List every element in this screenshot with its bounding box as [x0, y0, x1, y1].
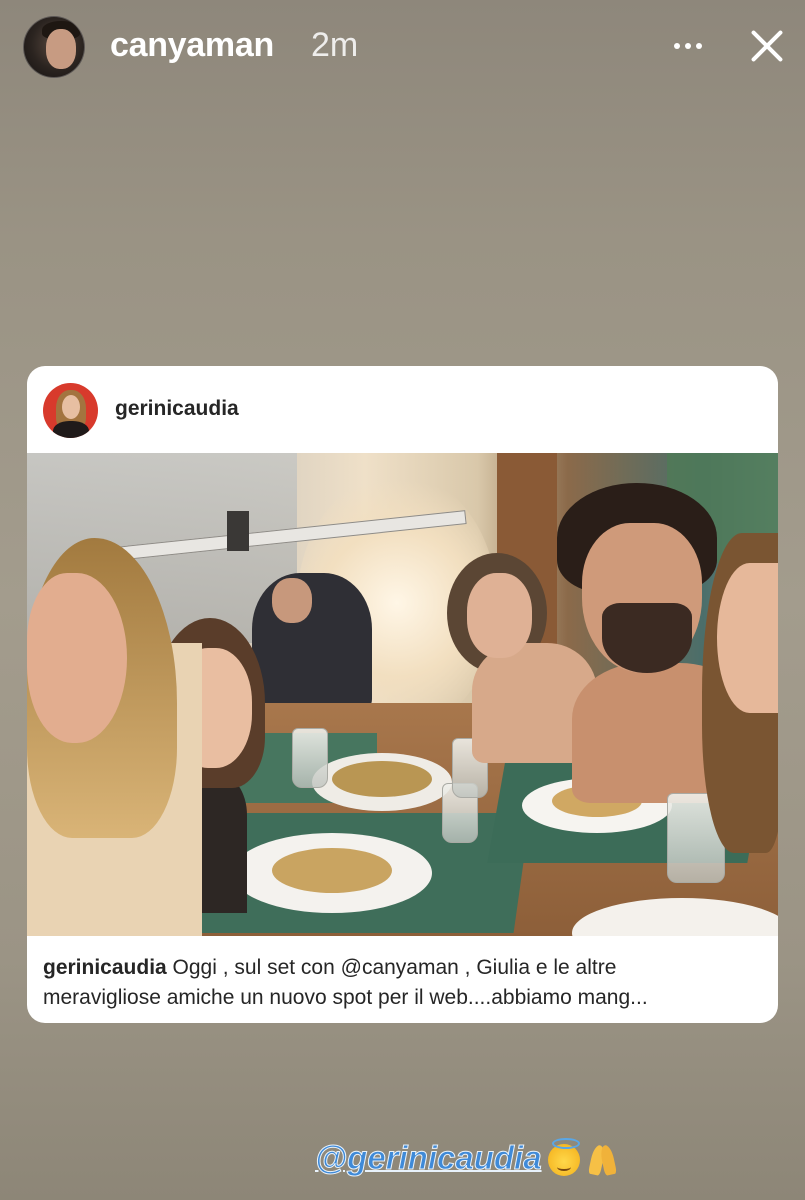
caption-text-1: Oggi , sul set con @canyaman , Giulia e … [166, 956, 617, 979]
caption-username[interactable]: gerinicaudia [43, 956, 167, 979]
dot [685, 43, 691, 49]
photo-person-face [467, 573, 532, 658]
reshared-post-card[interactable]: gerinicaudia gerinicaudia Oggi , sul set… [27, 366, 778, 1023]
caption-line-1: gerinicaudia Oggi , sul set con @canyama… [43, 953, 763, 983]
post-photo[interactable] [27, 453, 778, 936]
post-avatar[interactable] [43, 383, 98, 438]
story-header: canyaman 2m [0, 0, 805, 95]
mention-link[interactable]: @gerinicaudia [315, 1139, 543, 1177]
caption-line-2: meravigliose amiche un nuovo spot per il… [43, 986, 648, 1009]
avatar-face [62, 395, 80, 419]
post-caption[interactable]: gerinicaudia Oggi , sul set con @canyama… [43, 953, 763, 1013]
photo-boom-head [227, 511, 249, 551]
photo-pasta [332, 761, 432, 797]
story-avatar[interactable] [23, 16, 85, 78]
dot [674, 43, 680, 49]
story-timestamp: 2m [311, 26, 359, 64]
photo-glass [292, 728, 328, 788]
mention-sticker[interactable]: @gerinicaudia [315, 1138, 620, 1178]
photo-person-beard [602, 603, 692, 673]
post-username[interactable]: gerinicaudia [115, 397, 239, 421]
folded-hands-icon [586, 1143, 620, 1177]
avatar-body [53, 421, 89, 438]
post-header: gerinicaudia [27, 366, 778, 453]
photo-crew-member [252, 573, 372, 713]
close-icon[interactable] [742, 20, 790, 72]
photo-crew-head [272, 578, 312, 623]
photo-person-face [717, 563, 778, 713]
smiling-face-with-halo-icon [547, 1138, 580, 1176]
avatar-face [46, 29, 76, 69]
story-username[interactable]: canyaman [110, 26, 274, 65]
dot [696, 43, 702, 49]
photo-person-face [27, 573, 127, 743]
photo-pasta [272, 848, 392, 893]
more-options-icon[interactable] [664, 22, 712, 70]
